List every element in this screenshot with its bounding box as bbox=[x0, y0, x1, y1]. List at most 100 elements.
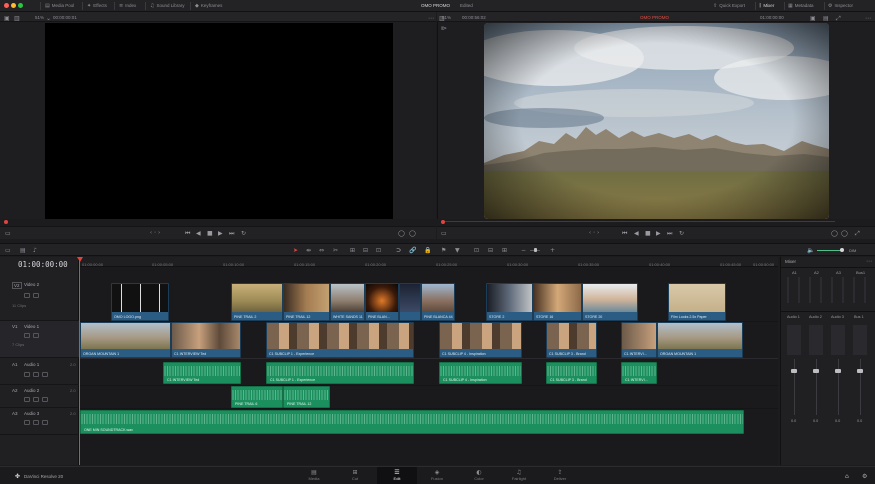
insert-clip-icon[interactable]: ⊞ bbox=[350, 247, 355, 254]
play-reverse-icon[interactable]: ◀ bbox=[634, 230, 639, 237]
track-name[interactable]: Audio 3 bbox=[24, 411, 39, 416]
overwrite-clip-icon[interactable]: ⊟ bbox=[363, 247, 368, 254]
clip-v1[interactable]: ORGAN MOUNTAIN 1 bbox=[80, 322, 171, 358]
clip-v1[interactable]: C1 INTERVIEW Ted bbox=[171, 322, 241, 358]
track-id[interactable]: A2 bbox=[12, 388, 18, 393]
loop-icon[interactable]: ↻ bbox=[241, 230, 246, 237]
track-id[interactable]: V2 bbox=[12, 282, 22, 289]
clip-v2[interactable]: PINE BLAN... bbox=[365, 283, 399, 321]
close-window-button[interactable] bbox=[4, 3, 9, 8]
snapping-icon[interactable]: ⊃ bbox=[396, 247, 401, 254]
source-viewer[interactable] bbox=[0, 22, 436, 219]
in-point-icon[interactable]: ◯ bbox=[831, 230, 838, 237]
page-media[interactable]: ▤ Media bbox=[299, 467, 329, 484]
zoom-window-button[interactable] bbox=[18, 3, 23, 8]
mute-button[interactable] bbox=[42, 372, 48, 377]
zoom-in-icon[interactable]: + bbox=[550, 247, 555, 254]
program-scrubber[interactable] bbox=[445, 221, 835, 222]
media-pool-button[interactable]: ▤ Media Pool bbox=[45, 3, 74, 9]
fader-bus1[interactable] bbox=[857, 369, 863, 373]
fullscreen-icon[interactable]: ⤢ bbox=[855, 230, 860, 238]
source-playhead-marker[interactable] bbox=[4, 220, 8, 224]
fader-a2[interactable] bbox=[813, 369, 819, 373]
clip-a2[interactable]: PINE TRAIL 6 bbox=[231, 386, 283, 408]
stop-icon[interactable]: ■ bbox=[207, 230, 213, 237]
page-cut[interactable]: ⊞ Cut bbox=[340, 467, 370, 484]
track-visibility-icon[interactable] bbox=[33, 333, 39, 338]
home-icon[interactable]: ⌂ bbox=[845, 473, 849, 480]
quick-export-button[interactable]: ⇪ Quick Export bbox=[713, 3, 745, 9]
timeline-timecode[interactable]: 01:00:00:00 bbox=[18, 260, 68, 269]
page-fusion[interactable]: ◈ Fusion bbox=[422, 467, 452, 484]
track-lock-icon[interactable] bbox=[24, 333, 30, 338]
dim-button[interactable]: DIM bbox=[849, 248, 856, 253]
keyframes-button[interactable]: ◆ Keyframes bbox=[195, 3, 222, 9]
program-zoom[interactable]: 51% bbox=[442, 15, 451, 20]
effects-button[interactable]: ✦ Effects bbox=[87, 3, 107, 9]
clip-v2[interactable] bbox=[399, 283, 421, 321]
options-icon[interactable]: ⋯ bbox=[866, 258, 872, 265]
speaker-icon[interactable]: 🔈 bbox=[807, 247, 814, 254]
clip-v2[interactable]: WHITE SANDS 11 bbox=[330, 283, 365, 321]
layout-icon[interactable]: ▣ bbox=[4, 15, 10, 22]
flag-icon[interactable]: ⚑ bbox=[441, 247, 446, 254]
viewer-layout-icon[interactable]: ▭ bbox=[441, 230, 447, 237]
clip-v2[interactable]: STORE 16 bbox=[533, 283, 582, 321]
page-fairlight[interactable]: ♫ Fairlight bbox=[504, 467, 534, 484]
clip-v1[interactable]: C1 SUBCLIP 3 - Brand bbox=[546, 322, 597, 358]
track-lock-icon[interactable] bbox=[24, 372, 30, 377]
track-name[interactable]: Video 2 bbox=[24, 282, 39, 287]
clip-v2[interactable]: PINE BLANCA 44 bbox=[421, 283, 455, 321]
view-options-icon[interactable]: ▤ bbox=[20, 247, 26, 254]
chevron-down-icon[interactable]: ⌄ bbox=[46, 15, 51, 22]
clip-a1[interactable]: C1 SUBCLIP 1 - Experience bbox=[266, 362, 414, 384]
timeline-selector[interactable]: OMO PROMO bbox=[640, 15, 669, 20]
dynamic-trim-icon[interactable]: ⇔ bbox=[319, 247, 324, 254]
track-name[interactable]: Audio 1 bbox=[24, 362, 39, 367]
track-id[interactable]: A1 bbox=[12, 362, 18, 367]
position-lock-icon[interactable]: 🔒 bbox=[424, 247, 431, 254]
clip-a1[interactable]: C1 INTERVI... bbox=[621, 362, 657, 384]
out-point-icon[interactable]: ◯ bbox=[841, 230, 848, 237]
page-edit[interactable]: ☰ Edit bbox=[377, 467, 417, 484]
track-visibility-icon[interactable] bbox=[33, 293, 39, 298]
play-icon[interactable]: ▶ bbox=[218, 230, 223, 237]
zoom-custom-icon[interactable]: ⊞ bbox=[502, 247, 507, 254]
out-point-icon[interactable]: ◯ bbox=[409, 230, 416, 237]
timeline-ruler[interactable]: 01:00:00:00 01:00:05:00 01:00:10:00 01:0… bbox=[79, 257, 778, 267]
clip-v2[interactable]: STORE 2 bbox=[486, 283, 533, 321]
clip-v2[interactable]: Film Looks 2.5x Paper bbox=[668, 283, 726, 321]
track-lock-icon[interactable] bbox=[24, 397, 30, 402]
clip-v1[interactable]: C1 SUBCLIP 4 - Inspiration bbox=[439, 322, 522, 358]
zoom-slider-knob[interactable] bbox=[534, 248, 537, 252]
index-button[interactable]: ≡ Index bbox=[119, 3, 136, 9]
go-to-end-icon[interactable]: ⏭ bbox=[229, 230, 234, 238]
linked-selection-icon[interactable]: 🔗 bbox=[409, 247, 416, 254]
source-zoom[interactable]: 51% bbox=[35, 15, 44, 20]
play-icon[interactable]: ▶ bbox=[656, 230, 661, 237]
viewer-layout-icon[interactable]: ▭ bbox=[5, 230, 11, 237]
clip-a1[interactable]: C1 SUBCLIP 4 - Inspiration bbox=[439, 362, 522, 384]
clip-v2[interactable]: STORE 20 bbox=[582, 283, 638, 321]
marker-icon[interactable]: ▼ bbox=[455, 247, 460, 254]
fader-a3[interactable] bbox=[835, 369, 841, 373]
metadata-button[interactable]: ▦ Metadata bbox=[788, 3, 814, 9]
timeline-view-icon[interactable]: ▭ bbox=[5, 247, 11, 254]
blade-tool-icon[interactable]: ✂ bbox=[333, 247, 338, 254]
zoom-full-icon[interactable]: ⊡ bbox=[474, 247, 479, 254]
inspector-button[interactable]: ⚙ Inspector bbox=[828, 3, 853, 9]
loop-icon[interactable]: ↻ bbox=[679, 230, 684, 237]
mute-button[interactable] bbox=[42, 420, 48, 425]
dual-view-icon[interactable]: ⧐ bbox=[441, 25, 447, 32]
clip-a1[interactable]: C1 SUBCLIP 3 - Brand bbox=[546, 362, 597, 384]
settings-icon[interactable]: ⚙ bbox=[862, 473, 867, 480]
mixer-button[interactable]: ⫼ Mixer bbox=[759, 3, 774, 9]
track-lock-icon[interactable] bbox=[24, 420, 30, 425]
page-deliver[interactable]: ⇪ Deliver bbox=[545, 467, 575, 484]
jog-icon[interactable]: ‹ ◦ › bbox=[589, 230, 599, 236]
selection-tool-icon[interactable]: ➤ bbox=[293, 247, 298, 254]
track-lock-icon[interactable] bbox=[24, 293, 30, 298]
clip-v1[interactable]: ORGAN MOUNTAIN 1 bbox=[657, 322, 743, 358]
mute-button[interactable] bbox=[42, 397, 48, 402]
clip-v1[interactable]: C1 SUBCLIP 1 - Experience bbox=[266, 322, 414, 358]
